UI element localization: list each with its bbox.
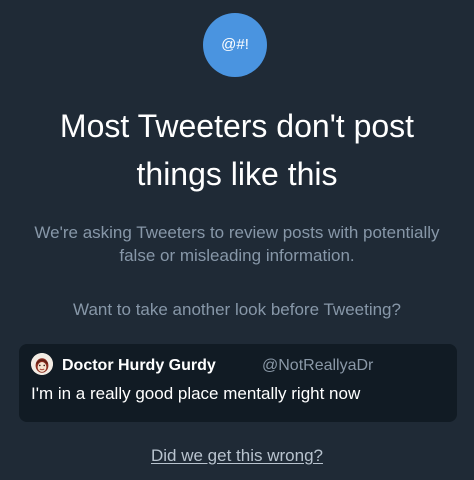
avatar-face-icon [31,353,53,375]
prompt-title: Most Tweeters don't post things like thi… [59,108,415,192]
prompt-description: We're asking Tweeters to review posts wi… [34,223,440,265]
tweet-author-name: Doctor Hurdy Gurdy [62,357,216,374]
badge-label: @#! [221,36,249,53]
tweet-review-prompt: @#! Most Tweeters don't post things like… [0,0,474,480]
tweet-author-handle: @NotReallyaDr [262,357,374,374]
feedback-link[interactable]: Did we get this wrong? [132,445,342,467]
tweet-preview-card: Doctor Hurdy Gurdy @NotReallyaDr I'm in … [19,344,457,422]
tweet-text: I'm in a really good place mentally righ… [31,384,361,403]
avatar-icon [31,353,53,375]
warning-badge-icon: @#! [203,13,267,77]
prompt-question: Want to take another look before Tweetin… [73,300,401,319]
